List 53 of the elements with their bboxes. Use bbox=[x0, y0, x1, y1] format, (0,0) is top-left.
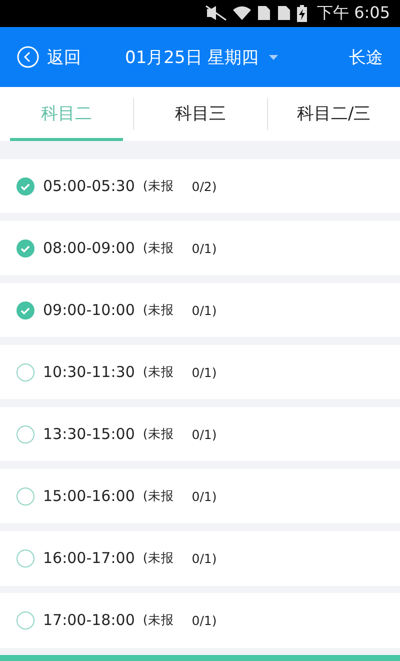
slot-count: 0/1) bbox=[192, 612, 217, 628]
slot-status: (未报 bbox=[142, 550, 174, 567]
slot-count: 0/1) bbox=[192, 488, 217, 504]
long-distance-button[interactable]: 长途 bbox=[349, 46, 383, 68]
slot-status: (未报 bbox=[142, 240, 174, 257]
sim-card-icon bbox=[256, 5, 271, 22]
slot-count: 0/1) bbox=[192, 364, 217, 380]
slot-time: 09:00-10:00 bbox=[43, 301, 135, 320]
time-slot-row[interactable]: 05:00-05:30 (未报 0/2) bbox=[0, 158, 400, 214]
subject-tab[interactable]: 科目三 bbox=[144, 87, 257, 141]
slot-time: 15:00-16:00 bbox=[43, 487, 135, 506]
time-slot-row[interactable]: 15:00-16:00 (未报 0/1) bbox=[0, 468, 400, 524]
wifi-icon bbox=[232, 5, 251, 22]
dropdown-caret-icon bbox=[268, 54, 278, 60]
empty-circle-icon[interactable] bbox=[16, 424, 35, 444]
slot-status: (未报 bbox=[142, 426, 174, 443]
status-time: 下午 6:05 bbox=[316, 2, 390, 24]
back-button[interactable]: 返回 bbox=[17, 46, 81, 68]
empty-circle-icon[interactable] bbox=[16, 548, 35, 568]
slot-time: 05:00-05:30 bbox=[43, 177, 135, 196]
time-slot-row[interactable]: 08:00-09:00 (未报 0/1) bbox=[0, 220, 400, 276]
slot-count: 0/1) bbox=[192, 302, 217, 318]
date-selector[interactable]: 01月25日 星期四 bbox=[125, 46, 278, 68]
time-slot-row[interactable]: 09:00-10:00 (未报 0/1) bbox=[0, 282, 400, 338]
slot-count: 0/2) bbox=[192, 178, 217, 194]
empty-circle-icon[interactable] bbox=[16, 486, 35, 506]
sim-card-icon bbox=[276, 5, 291, 22]
empty-circle-icon[interactable] bbox=[16, 362, 35, 382]
slot-status: (未报 bbox=[142, 178, 174, 195]
time-slot-row[interactable]: 10:30-11:30 (未报 0/1) bbox=[0, 344, 400, 400]
slot-time: 10:30-11:30 bbox=[43, 363, 135, 382]
slot-status: (未报 bbox=[142, 488, 174, 505]
back-icon bbox=[17, 46, 39, 68]
mute-icon bbox=[204, 5, 227, 22]
slot-count: 0/1) bbox=[192, 240, 217, 256]
slot-time: 13:30-15:00 bbox=[43, 425, 135, 444]
subject-tab[interactable]: 科目二/三 bbox=[278, 87, 390, 141]
slot-time: 17:00-18:00 bbox=[43, 611, 135, 630]
empty-circle-icon[interactable] bbox=[16, 610, 35, 630]
slot-status: (未报 bbox=[142, 612, 174, 629]
checked-circle-icon[interactable] bbox=[16, 300, 35, 320]
slot-count: 0/1) bbox=[192, 426, 217, 442]
time-slot-row[interactable]: 17:00-18:00 (未报 0/1) bbox=[0, 593, 400, 648]
time-slot-row[interactable]: 16:00-17:00 (未报 0/1) bbox=[0, 530, 400, 586]
time-slot-row[interactable]: 13:30-15:00 (未报 0/1) bbox=[0, 406, 400, 462]
slot-time: 16:00-17:00 bbox=[43, 549, 135, 568]
slot-status: (未报 bbox=[142, 302, 174, 319]
battery-charging-icon bbox=[296, 4, 307, 22]
slot-status: (未报 bbox=[142, 364, 174, 381]
slot-count: 0/1) bbox=[192, 550, 217, 566]
checked-circle-icon[interactable] bbox=[16, 238, 35, 258]
checked-circle-icon[interactable] bbox=[16, 176, 35, 196]
slot-time: 08:00-09:00 bbox=[43, 239, 135, 258]
